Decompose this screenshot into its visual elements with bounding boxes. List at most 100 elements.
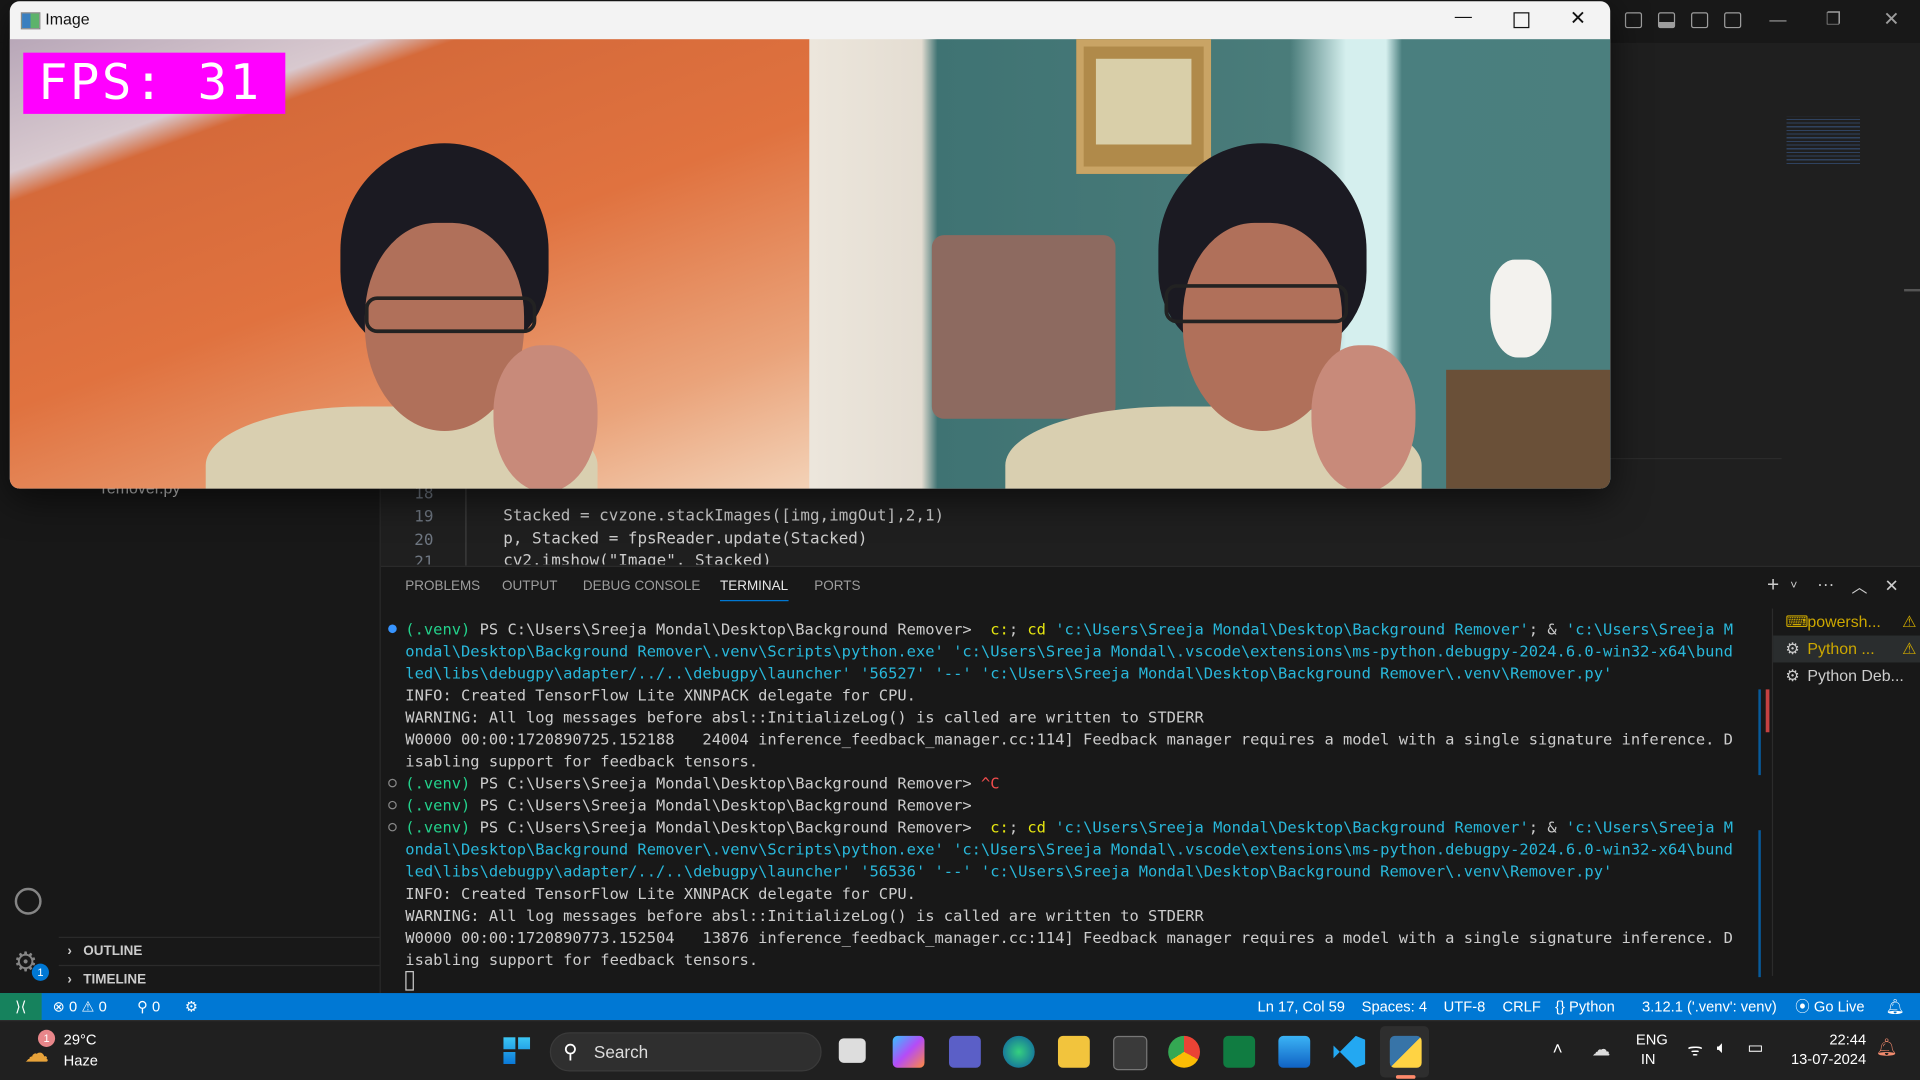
language-indicator[interactable]: ENG IN <box>1636 1031 1668 1068</box>
terminal-text: 'c:\Users\Sreeja Mondal\Desktop\Backgrou… <box>1045 817 1529 837</box>
close-icon[interactable]: ✕ <box>1570 6 1586 30</box>
python-icon[interactable] <box>1389 1035 1422 1068</box>
terminal-cursor[interactable] <box>405 971 414 991</box>
python-interpreter[interactable]: 3.12.1 ('.venv': venv) <box>1642 993 1777 1020</box>
minimize-icon[interactable]: — <box>1769 10 1786 30</box>
terminal-line: W0000 00:00:1720890773.152504 13876 infe… <box>405 927 1740 971</box>
minimize-icon[interactable]: — <box>1455 6 1472 26</box>
indentation[interactable]: Spaces: 4 <box>1362 993 1427 1020</box>
taskbar: ☁ 1 29°C Haze ⚲ Search ˄ ☁ ENG IN ᯤ 🔈︎ ▭ … <box>0 1020 1920 1080</box>
terminal-text: PS C:\Users\Sreeja Mondal\Desktop\Backgr… <box>470 817 991 837</box>
code-line[interactable]: Stacked = cvzone.stackImages([img,imgOut… <box>503 507 944 525</box>
weather-desc[interactable]: Haze <box>64 1052 98 1069</box>
tab-ports[interactable]: PORTS <box>814 579 860 594</box>
toggle-primary-sidebar-icon[interactable] <box>1624 12 1643 29</box>
window-title: Image <box>45 9 90 29</box>
terminal-list: ⌨ powersh... ⚠ ⚙ Python ... ⚠ ⚙ Python Deb... <box>1771 608 1920 976</box>
language-mode[interactable]: {} Python <box>1555 993 1615 1020</box>
eol[interactable]: CRLF <box>1502 993 1540 1020</box>
terminal-text: (.venv) <box>405 773 471 793</box>
terminal-output[interactable]: (.venv) PS C:\Users\Sreeja Mondal\Deskto… <box>388 618 1740 991</box>
outline-label: OUTLINE <box>83 944 143 959</box>
file-explorer-icon[interactable] <box>1057 1035 1090 1068</box>
edge-icon[interactable] <box>1002 1035 1035 1068</box>
problems-status[interactable]: ⊗ 0 ⚠ 0 <box>53 993 107 1020</box>
toggle-panel-icon[interactable] <box>1657 12 1676 29</box>
toggle-secondary-sidebar-icon[interactable] <box>1691 12 1709 29</box>
tab-output[interactable]: OUTPUT <box>502 579 557 594</box>
terminal-item[interactable]: ⌨ powersh... ⚠ <box>1773 609 1920 636</box>
minimap[interactable] <box>1786 116 1861 166</box>
copilot-icon[interactable] <box>892 1035 925 1068</box>
more-icon[interactable]: ··· <box>1817 574 1834 594</box>
terminal-line: (.venv) PS C:\Users\Sreeja Mondal\Deskto… <box>388 773 1740 795</box>
maximize-icon[interactable] <box>1513 12 1530 29</box>
terminal-text: PS C:\Users\Sreeja Mondal\Desktop\Backgr… <box>470 795 972 815</box>
notification-bell-icon[interactable]: 🔔︎ <box>1876 1037 1898 1058</box>
excel-icon[interactable] <box>1223 1035 1256 1068</box>
warning-icon: ⚠ <box>1902 612 1917 631</box>
terminal-line: (.venv) PS C:\Users\Sreeja Mondal\Deskto… <box>388 795 1740 817</box>
timeline-section[interactable]: › TIMELINE <box>58 964 380 992</box>
maximize-panel-icon[interactable]: ︿ <box>1851 574 1867 597</box>
vscode-icon[interactable] <box>1333 1035 1366 1068</box>
encoding[interactable]: UTF-8 <box>1444 993 1486 1020</box>
terminal-text: PS C:\Users\Sreeja Mondal\Desktop\Backgr… <box>470 619 991 638</box>
search-box[interactable]: ⚲ Search <box>549 1032 822 1072</box>
wifi-icon[interactable]: ᯤ <box>1687 1038 1703 1061</box>
terminal-text: ; <box>1008 817 1028 837</box>
terminal-text: INFO: Created TensorFlow Lite XNNPACK de… <box>405 685 916 705</box>
outline-section[interactable]: › OUTLINE <box>58 936 380 964</box>
task-view-icon[interactable] <box>838 1038 866 1063</box>
terminal-text: cd <box>1027 619 1046 638</box>
terminal-app-icon[interactable] <box>1113 1035 1148 1071</box>
code-line[interactable]: p, Stacked = fpsReader.update(Stacked) <box>503 530 867 548</box>
volume-icon[interactable]: 🔈︎ <box>1717 1037 1727 1058</box>
command-status-dot[interactable] <box>388 822 397 832</box>
new-terminal-icon[interactable]: + <box>1767 573 1779 597</box>
code-line[interactable]: cv2.imshow("Image", Stacked) <box>503 552 771 564</box>
command-status-dot[interactable] <box>388 778 397 788</box>
terminal-text: c: <box>990 817 1009 837</box>
command-status-dot[interactable] <box>388 624 397 634</box>
start-icon[interactable] <box>503 1037 531 1065</box>
command-status-dot[interactable] <box>388 800 397 810</box>
warning-icon: ⚠ <box>1902 639 1917 658</box>
onedrive-icon[interactable]: ☁ <box>1592 1038 1610 1061</box>
terminal-text: cd <box>1027 817 1046 837</box>
terminal-text: WARNING: All log messages before absl::I… <box>405 707 1204 727</box>
terminal-item[interactable]: ⚙ Python ... ⚠ <box>1773 635 1920 663</box>
go-live[interactable]: ⦿ Go Live <box>1795 993 1864 1020</box>
terminal-line: INFO: Created TensorFlow Lite XNNPACK de… <box>405 684 1740 706</box>
weather-temp[interactable]: 29°C <box>64 1031 97 1048</box>
tab-problems[interactable]: PROBLEMS <box>405 579 480 594</box>
close-icon[interactable]: ✕ <box>1883 7 1899 31</box>
restore-icon[interactable]: ❐ <box>1826 9 1841 30</box>
remote-icon[interactable]: ⟩⟨ <box>0 993 42 1021</box>
notifications-icon[interactable]: 🔔︎ <box>1886 993 1905 1020</box>
battery-icon[interactable]: ▭ <box>1747 1037 1763 1058</box>
teams-icon[interactable] <box>948 1035 981 1068</box>
terminal-scrollbar[interactable] <box>1758 689 1761 776</box>
clock[interactable]: 22:44 13-07-2024 <box>1790 1031 1866 1068</box>
chevron-down-icon[interactable]: ˅ <box>1790 579 1797 592</box>
terminal-item[interactable]: ⚙ Python Deb... <box>1773 662 1920 689</box>
image-window: Image — ✕ FPS: 31 <box>9 1 1611 489</box>
close-panel-icon[interactable]: ✕ <box>1885 576 1899 597</box>
customize-layout-icon[interactable] <box>1724 12 1742 29</box>
cursor-position[interactable]: Ln 17, Col 59 <box>1258 993 1345 1020</box>
photos-icon[interactable] <box>1278 1035 1311 1068</box>
editor-scrollbar[interactable] <box>1904 288 1920 292</box>
terminal-text: (.venv) <box>405 795 471 815</box>
terminal-text: PS C:\Users\Sreeja Mondal\Desktop\Backgr… <box>470 773 981 793</box>
terminal-text: ; & <box>1528 619 1566 638</box>
tab-terminal[interactable]: TERMINAL <box>720 579 789 602</box>
ports-status[interactable]: ⚲ 0 <box>137 993 160 1020</box>
line-number: 19 <box>414 508 434 527</box>
accounts-icon[interactable] <box>14 887 42 915</box>
tab-debug-console[interactable]: DEBUG CONSOLE <box>583 579 701 594</box>
chrome-icon[interactable] <box>1168 1035 1201 1068</box>
show-hidden-icons[interactable]: ˄ <box>1553 1038 1563 1058</box>
debug-status-icon[interactable]: ⚙ <box>185 993 198 1020</box>
settings-badge: 1 <box>31 963 49 981</box>
